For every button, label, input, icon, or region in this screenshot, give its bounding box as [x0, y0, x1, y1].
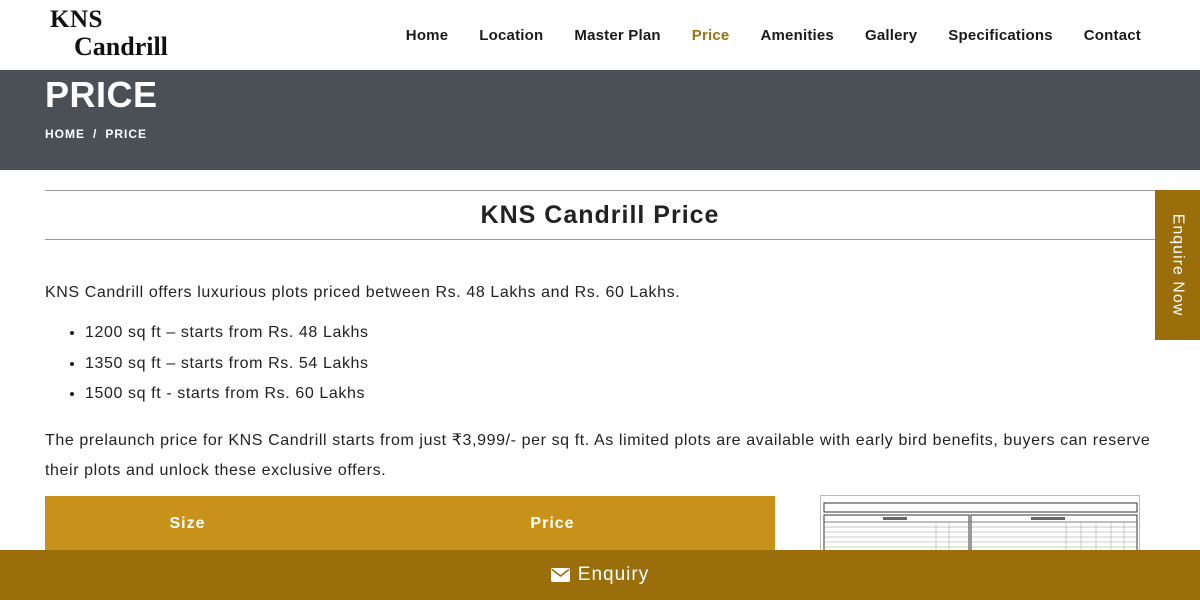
- nav-amenities[interactable]: Amenities: [760, 27, 834, 44]
- site-header: KNS Candrill Home Location Master Plan P…: [0, 0, 1200, 70]
- nav-master-plan[interactable]: Master Plan: [574, 27, 660, 44]
- logo-line-1: KNS: [50, 6, 103, 33]
- nav-gallery[interactable]: Gallery: [865, 27, 917, 44]
- table-header-price: Price: [530, 514, 575, 532]
- list-item: 1500 sq ft - starts from Rs. 60 Lakhs: [85, 383, 369, 414]
- enquiry-button[interactable]: Enquiry: [0, 550, 1200, 600]
- nav-contact[interactable]: Contact: [1084, 27, 1141, 44]
- logo-line-2: Candrill: [74, 32, 168, 61]
- list-item: 1200 sq ft – starts from Rs. 48 Lakhs: [85, 322, 369, 353]
- intro-paragraph: KNS Candrill offers luxurious plots pric…: [45, 284, 681, 301]
- breadcrumb-current: PRICE: [105, 127, 148, 141]
- envelope-icon: [550, 568, 570, 582]
- section-title-bar: KNS Candrill Price: [45, 190, 1200, 240]
- price-table-header: Size Price: [45, 496, 775, 551]
- site-logo[interactable]: KNS Candrill: [48, 6, 188, 62]
- enquire-now-tab[interactable]: Enquire Now: [1155, 190, 1200, 340]
- table-header-size: Size: [169, 514, 206, 532]
- enquiry-label: Enquiry: [577, 564, 650, 585]
- breadcrumb-home[interactable]: HOME: [45, 127, 85, 141]
- nav-specifications[interactable]: Specifications: [948, 27, 1053, 44]
- enquire-now-label: Enquire Now: [1169, 213, 1187, 317]
- breadcrumb: HOME / PRICE: [45, 127, 147, 141]
- page-title: PRICE: [45, 74, 158, 115]
- main-nav: Home Location Master Plan Price Amenitie…: [406, 0, 1141, 70]
- nav-home[interactable]: Home: [406, 27, 448, 44]
- nav-location[interactable]: Location: [479, 27, 543, 44]
- list-item: 1350 sq ft – starts from Rs. 54 Lakhs: [85, 353, 369, 384]
- breadcrumb-separator: /: [93, 127, 98, 141]
- section-title: KNS Candrill Price: [480, 200, 720, 229]
- prelaunch-paragraph: The prelaunch price for KNS Candrill sta…: [45, 432, 1151, 479]
- cost-sheet-image[interactable]: [820, 495, 1140, 555]
- nav-price[interactable]: Price: [692, 27, 730, 44]
- page-banner: PRICE HOME / PRICE: [0, 70, 1200, 170]
- price-list: 1200 sq ft – starts from Rs. 48 Lakhs 13…: [85, 322, 369, 414]
- cost-sheet-drawing: [823, 502, 1138, 554]
